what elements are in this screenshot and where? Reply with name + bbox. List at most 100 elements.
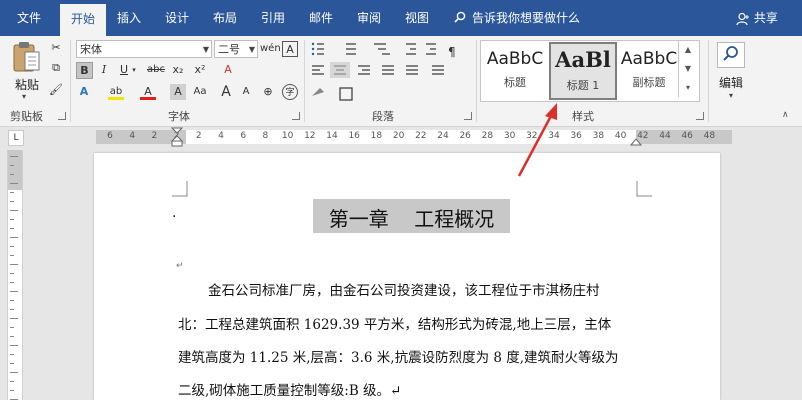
style-sample: AaBbC — [620, 49, 678, 69]
ruler-tick-label: 36 — [570, 131, 582, 141]
collapse-ribbon-icon[interactable]: ∧ — [782, 110, 789, 120]
shrink-font-icon[interactable]: A — [238, 84, 254, 100]
first-line-indent-marker[interactable] — [170, 127, 184, 150]
highlight-color-icon[interactable]: ab — [108, 84, 124, 100]
ruler-tick-label: 30 — [503, 131, 516, 141]
copy-icon[interactable]: ⧉ — [48, 60, 64, 76]
paragraph-group-label: 段落 — [372, 110, 394, 123]
ruler-tick — [10, 255, 14, 256]
ruler-tick — [10, 336, 14, 337]
ruler-tick-label: 14 — [326, 131, 338, 141]
char-scale-icon[interactable]: ⊕ — [260, 84, 276, 100]
chevron-down-icon[interactable]: ▼ — [249, 41, 255, 59]
style-name: 标题 — [504, 76, 526, 89]
tab-file[interactable]: 文件 — [4, 0, 54, 36]
body-line[interactable]: 北：工程总建筑面积 1629.39 平方米，结构形式为砖混,地上三层，主体 — [178, 313, 611, 333]
ribbon: 粘贴 ▾ ✂ ⧉ 🖌 剪贴板 宋体 ▼ 二号 ▼ wén A B I U ▾ abc… — [0, 36, 802, 127]
horizontal-ruler[interactable]: L 64222468101214161820222426283032343638… — [0, 127, 802, 147]
font-name-combo[interactable]: 宋体 ▼ — [76, 40, 212, 58]
char-shading-icon[interactable]: A — [170, 84, 186, 100]
search-icon — [454, 1, 466, 37]
font-dialog-launcher[interactable] — [292, 112, 300, 120]
font-color-icon[interactable]: A — [140, 84, 156, 100]
body-line[interactable]: 二级,砌体施工质量控制等级:B 级。↵ — [178, 379, 401, 399]
ruler-tick — [10, 264, 18, 265]
right-indent-marker[interactable] — [629, 134, 643, 149]
ruler-tick — [10, 381, 14, 382]
tell-me-text: 告诉我你想要做什么 — [472, 11, 581, 25]
tab-insert[interactable]: 插入 — [108, 0, 150, 36]
strikethrough-button[interactable]: abc — [146, 62, 166, 78]
style-title[interactable]: AaBbC 标题 — [483, 43, 547, 97]
search-icon — [717, 42, 745, 68]
paste-button[interactable]: 粘贴 ▾ — [6, 40, 48, 106]
ruler-tick-label: 2 — [195, 131, 202, 141]
enclose-char-icon[interactable]: 字 — [282, 84, 298, 100]
clipboard-icon — [13, 42, 40, 72]
body-line[interactable]: 建筑高度为 11.25 米,层高：3.6 米,抗震设防烈度为 8 度,建筑耐火等… — [178, 346, 619, 366]
char-border-icon[interactable]: A — [282, 41, 298, 57]
style-subtitle[interactable]: AaBbC 副标题 — [617, 43, 681, 97]
tell-me-search[interactable]: 告诉我你想要做什么 — [454, 0, 580, 36]
tab-design[interactable]: 设计 — [156, 0, 198, 36]
gallery-more-icon[interactable]: ▾ — [678, 78, 697, 97]
tab-selector[interactable]: L — [8, 130, 24, 146]
tab-layout[interactable]: 布局 — [204, 0, 246, 36]
chevron-down-icon[interactable]: ▾ — [130, 62, 138, 78]
style-sample: AaBbC — [486, 49, 544, 69]
styles-dialog-launcher[interactable] — [696, 112, 704, 120]
style-name: 标题 1 — [566, 79, 600, 92]
heading-title[interactable]: 第一章 工程概况 — [313, 203, 510, 232]
ruler-tick-label: 24 — [437, 131, 449, 141]
ruler-tick — [10, 327, 14, 328]
text-effects-icon[interactable]: A — [76, 84, 92, 100]
ruler-tick — [10, 372, 18, 373]
paragraph-dialog-launcher[interactable] — [464, 112, 472, 120]
italic-button[interactable]: I — [96, 62, 112, 78]
tab-view[interactable]: 视图 — [396, 0, 438, 36]
ruler-tick-label: 28 — [481, 131, 494, 141]
styles-group-label: 样式 — [572, 110, 594, 123]
paste-label: 粘贴 — [14, 78, 39, 92]
ruler-tick-label: 26 — [459, 131, 471, 141]
format-painter-icon[interactable]: 🖌 — [48, 82, 64, 98]
ruler-tick-label: 46 — [681, 131, 693, 141]
cut-icon[interactable]: ✂ — [48, 40, 64, 56]
ruler-tick-label: 4 — [129, 131, 136, 141]
subscript-button[interactable]: x₂ — [170, 62, 186, 78]
ruler-tick — [10, 318, 18, 319]
ruler-tick — [10, 282, 14, 283]
ruler-tick — [10, 390, 14, 391]
share-button[interactable]: 共享 — [736, 0, 778, 36]
change-case-icon[interactable]: Aa — [192, 84, 208, 100]
font-size-combo[interactable]: 二号 ▼ — [214, 40, 258, 58]
tab-references[interactable]: 引用 — [252, 0, 294, 36]
ruler-tick-label: 34 — [548, 131, 560, 141]
gallery-up-icon[interactable]: ▲ — [678, 40, 697, 59]
chevron-down-icon[interactable]: ▼ — [203, 41, 209, 59]
ruler-tick — [10, 309, 14, 310]
superscript-button[interactable]: x² — [192, 62, 208, 78]
document-page[interactable]: · 第一章 工程概况 ↵ 金石公司标准厂房，由金石公司投资建设，该工程位于市淇杨… — [94, 153, 720, 400]
editing-button[interactable]: 编辑 ▾ — [714, 40, 748, 106]
tab-review[interactable]: 审阅 — [348, 0, 390, 36]
style-heading-1[interactable]: AaBl 标题 1 — [549, 42, 617, 100]
collapse-bullet[interactable]: · — [172, 209, 176, 225]
body-line[interactable]: 金石公司标准厂房，由金石公司投资建设，该工程位于市淇杨庄村 — [208, 279, 600, 299]
phonetic-guide-icon[interactable]: wén — [260, 41, 281, 57]
bold-button[interactable]: B — [76, 62, 93, 79]
paragraph-mark: ↵ — [176, 261, 184, 271]
ruler-tick — [10, 156, 18, 157]
tab-home[interactable]: 开始 — [60, 4, 106, 36]
grow-font-icon[interactable]: A — [218, 84, 234, 100]
vertical-ruler[interactable] — [7, 150, 23, 400]
ruler-tick — [10, 300, 14, 301]
ruler-tick-label: 22 — [415, 131, 427, 141]
clipboard-dialog-launcher[interactable] — [58, 112, 66, 120]
ruler-tick — [10, 345, 18, 346]
gallery-down-icon[interactable]: ▼ — [678, 59, 697, 78]
ruler-tick-label: 8 — [262, 131, 269, 141]
tab-mailings[interactable]: 邮件 — [300, 0, 342, 36]
clear-formatting-icon[interactable]: A — [220, 62, 236, 78]
chevron-down-icon: ▾ — [22, 92, 27, 101]
